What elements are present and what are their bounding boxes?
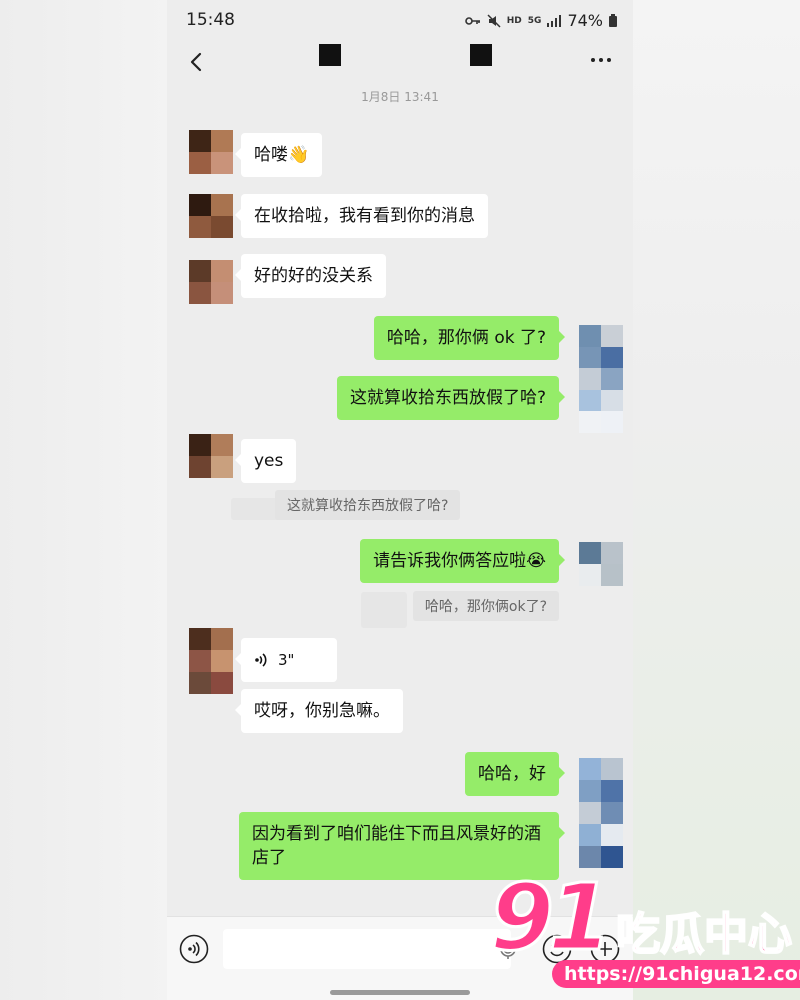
message-input[interactable] xyxy=(223,929,511,969)
battery-icon xyxy=(609,14,617,27)
quote-blur xyxy=(361,592,407,628)
5g-indicator: 5G xyxy=(527,15,542,26)
status-time: 15:48 xyxy=(186,10,235,30)
background-right xyxy=(633,0,800,1000)
voice-message-bubble[interactable]: 3" xyxy=(235,638,337,682)
message-bubble-incoming[interactable]: yes xyxy=(234,439,297,483)
watermark-url: https://91chigua12.com xyxy=(552,960,800,988)
signal-icon xyxy=(547,14,562,27)
avatar-self[interactable] xyxy=(579,325,623,433)
quoted-message[interactable]: 哈哈，那你俩ok了? xyxy=(412,591,559,621)
avatar[interactable] xyxy=(189,260,233,304)
avatar[interactable] xyxy=(189,194,233,238)
home-indicator[interactable] xyxy=(330,990,470,995)
back-arrow-icon[interactable] xyxy=(183,46,213,76)
chat-timestamp: 1月8日 13:41 xyxy=(361,90,439,104)
redaction-block xyxy=(319,44,341,66)
avatar-self[interactable] xyxy=(579,542,623,586)
message-bubble-incoming[interactable]: 哎呀，你别急嘛。 xyxy=(235,689,403,733)
hd-indicator: HD xyxy=(506,15,522,26)
message-bubble-outgoing[interactable]: 哈哈，那你俩 ok 了? xyxy=(373,316,566,360)
voice-duration: 3" xyxy=(278,651,295,669)
more-options-icon[interactable] xyxy=(589,50,613,70)
battery-level: 74% xyxy=(567,11,603,30)
avatar[interactable] xyxy=(189,628,233,694)
message-bubble-incoming[interactable]: 哈喽👋 xyxy=(234,133,323,177)
quoted-message[interactable]: 这就算收拾东西放假了哈? xyxy=(275,490,461,520)
mute-icon xyxy=(487,13,501,28)
avatar[interactable] xyxy=(189,130,233,174)
message-bubble-outgoing[interactable]: 哈哈，好 xyxy=(465,752,565,796)
voice-wave-icon xyxy=(255,653,267,667)
message-bubble-outgoing[interactable]: 请告诉我你俩答应啦😭 xyxy=(360,539,565,583)
message-bubble-incoming[interactable]: 好的好的没关系 xyxy=(235,254,386,298)
status-icons: HD 5G 74% xyxy=(464,11,617,30)
avatar[interactable] xyxy=(189,434,233,478)
background-left xyxy=(0,0,167,1000)
chat-nav-bar xyxy=(167,40,633,84)
quote-blur xyxy=(231,498,281,520)
avatar-self[interactable] xyxy=(579,758,623,868)
message-bubble-outgoing[interactable]: 这就算收拾东西放假了哈? xyxy=(336,376,566,420)
message-bubble-incoming[interactable]: 在收拾啦，我有看到你的消息 xyxy=(235,194,488,238)
watermark-number: 91 xyxy=(488,863,613,973)
key-icon xyxy=(464,16,480,25)
watermark: 91 吃瓜中心 https://91chigua12.com xyxy=(488,863,800,1000)
voice-input-icon[interactable] xyxy=(179,934,209,964)
phone-screen: 15:48 HD 5G 74% 1月8日 13:41 哈喽👋 在收拾啦，我有看到… xyxy=(167,0,633,1000)
watermark-name: 吃瓜中心 xyxy=(615,908,793,961)
redaction-block xyxy=(470,44,492,66)
status-bar: 15:48 HD 5G 74% xyxy=(167,0,633,40)
